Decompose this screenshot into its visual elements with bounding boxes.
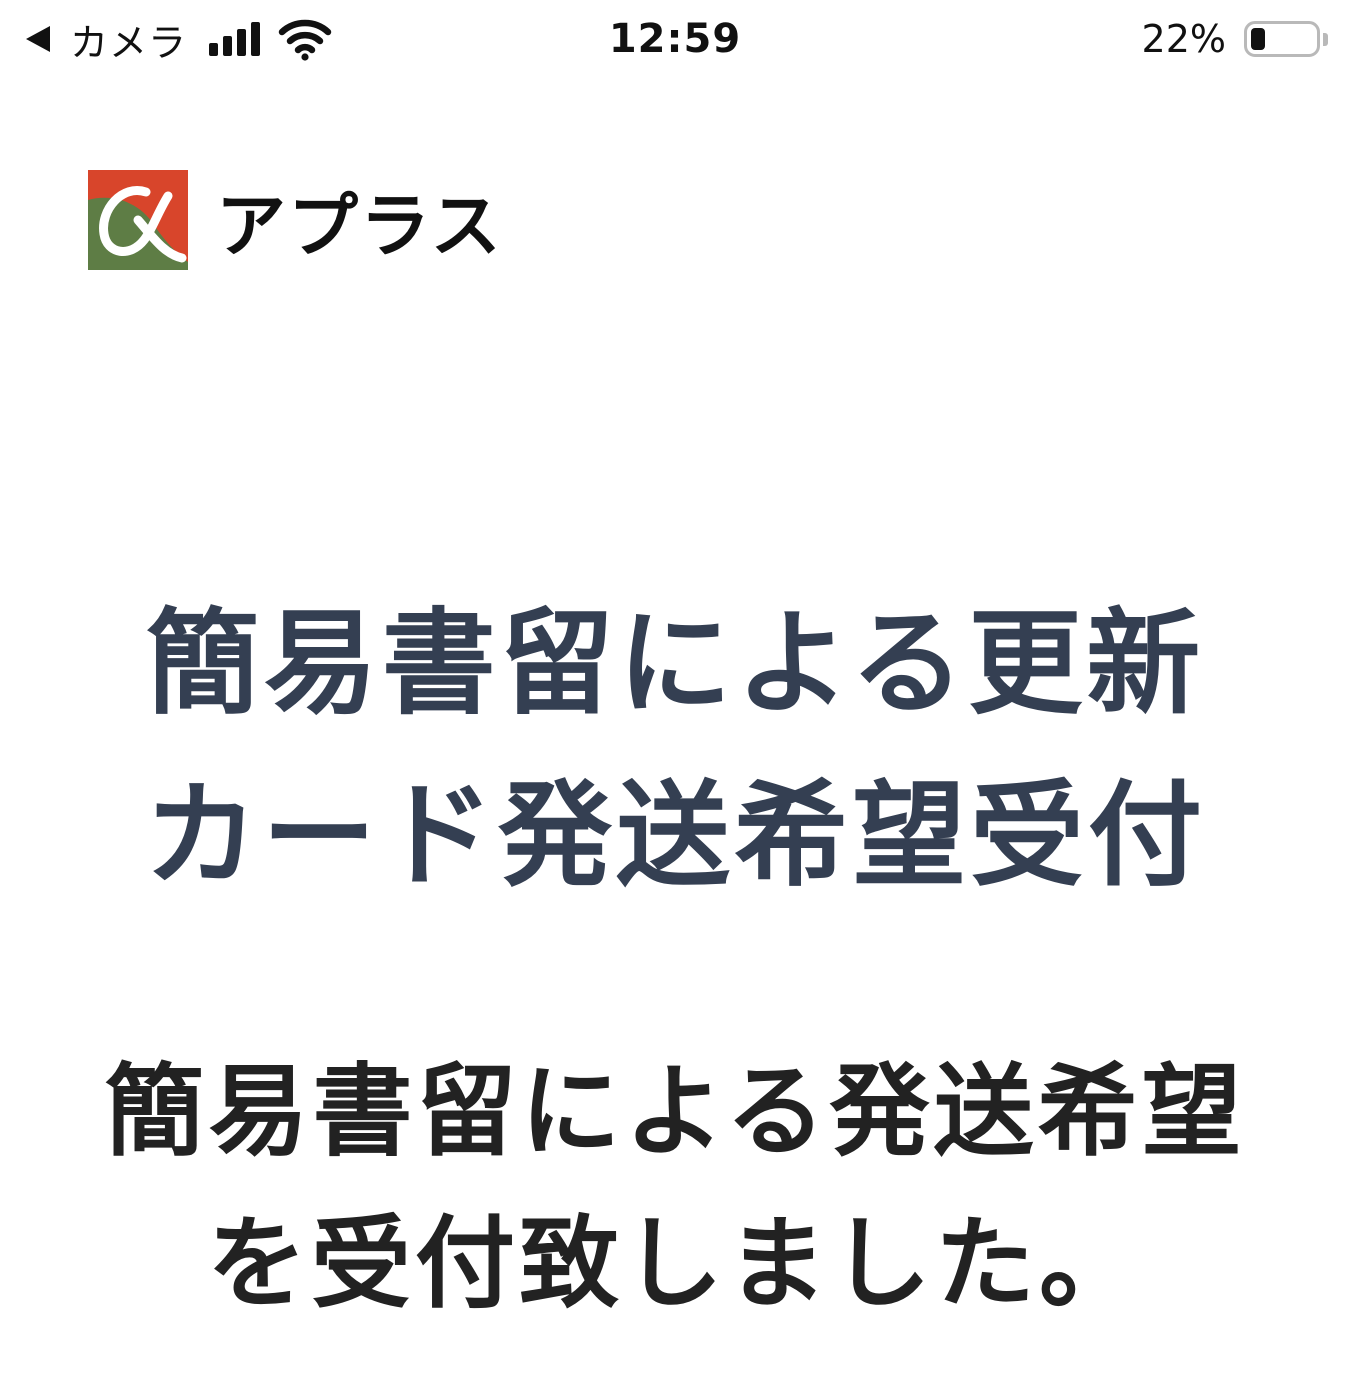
- status-bar: カメラ 12:59 22%: [0, 0, 1350, 80]
- battery-cap: [1323, 32, 1328, 46]
- page-title-line-2: カード発送希望受付: [143, 769, 1206, 902]
- confirmation-message-line-1: 簡易書留による発送希望: [104, 1053, 1246, 1170]
- battery-icon: [1244, 21, 1320, 57]
- page-title: 簡易書留による更新 カード発送希望受付: [0, 578, 1350, 922]
- aplus-logo-mark-icon: [88, 170, 188, 270]
- battery-level-fill: [1251, 28, 1265, 50]
- battery-percent: 22%: [1141, 17, 1226, 61]
- battery-status: 22%: [1142, 14, 1328, 64]
- aplus-logo: アプラス: [88, 170, 503, 270]
- brand-name: アプラス: [216, 184, 503, 267]
- confirmation-message-line-2: を受付致しました。: [207, 1205, 1143, 1322]
- page-title-line-1: 簡易書留による更新: [145, 597, 1205, 730]
- confirmation-message: 簡易書留による発送希望 を受付致しました。: [0, 1036, 1350, 1340]
